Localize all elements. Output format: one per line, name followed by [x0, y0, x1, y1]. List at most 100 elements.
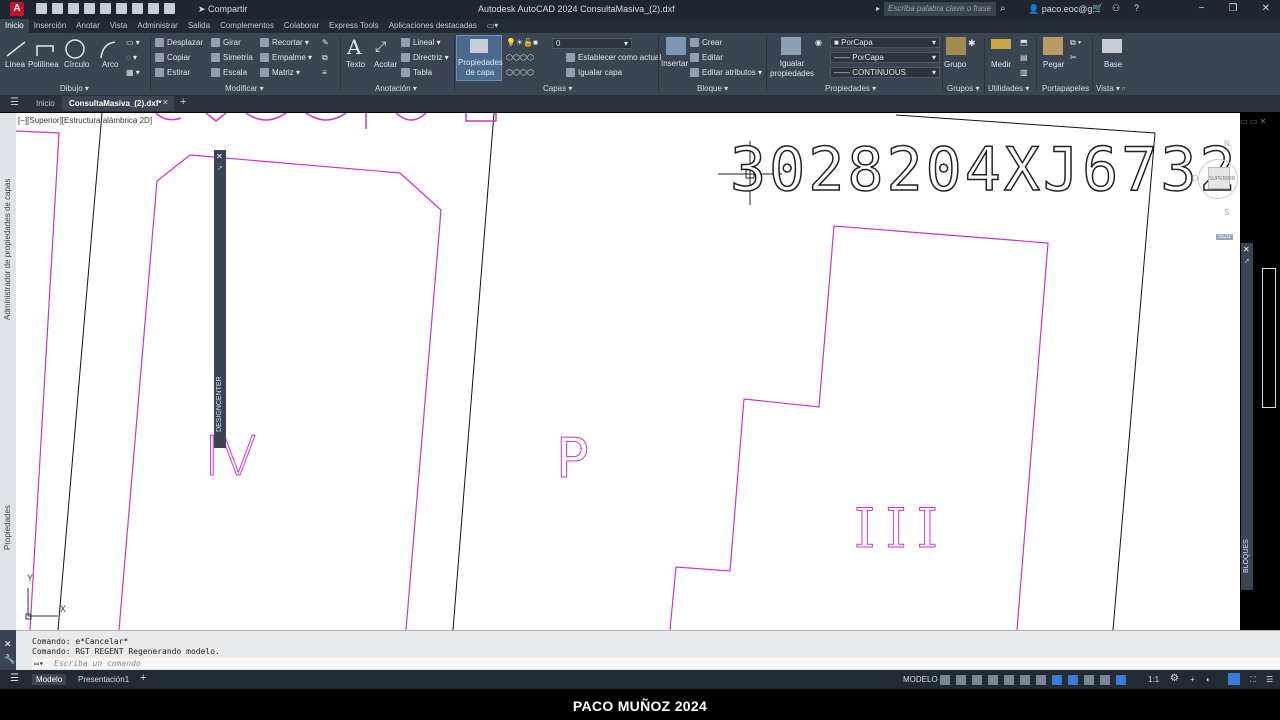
hatch-icon[interactable]: ◌ ▾	[126, 53, 137, 62]
ribbon-toggle-icon[interactable]: ▭▾	[482, 19, 504, 33]
close-icon[interactable]: ✕	[1243, 245, 1250, 254]
isodraft-icon[interactable]	[1020, 675, 1030, 685]
panel-dibujo[interactable]: Dibujo ▾	[60, 84, 89, 93]
dimension-icon[interactable]: ⤢	[375, 38, 386, 55]
stretch-button[interactable]: Estirar	[155, 68, 190, 78]
close-icon[interactable]: ✕	[216, 152, 223, 161]
tab-colaborar[interactable]: Colaborar	[279, 19, 324, 33]
tab-vista[interactable]: Vista	[105, 19, 133, 33]
viewcube-top-face[interactable]: SUPERIOR	[1208, 167, 1235, 189]
search-icon[interactable]: ⌕	[1000, 3, 1006, 14]
insert-icon[interactable]	[666, 37, 686, 55]
designcenter-palette[interactable]: ✕ ➚ DESIGNCENTER	[214, 150, 226, 448]
line-button[interactable]: Línea	[5, 60, 25, 69]
offset-icon[interactable]: ≡	[322, 68, 327, 77]
plot-icon[interactable]	[132, 3, 143, 14]
selection-cycling-icon[interactable]	[1100, 675, 1110, 685]
dynamic-input-icon[interactable]	[972, 675, 982, 685]
model-tab[interactable]: Modelo	[32, 674, 67, 685]
text-button[interactable]: Texto	[346, 60, 365, 69]
set-current-button[interactable]: Establecer como actual	[566, 53, 661, 63]
ungroup-icon[interactable]: ✱	[968, 38, 976, 49]
base-button[interactable]: Base	[1104, 60, 1122, 69]
cloud-icon[interactable]	[116, 3, 127, 14]
match-properties-icon[interactable]	[781, 37, 801, 55]
rectangle-icon[interactable]: ▭ ▾	[126, 38, 140, 47]
tab-administrar[interactable]: Administrar	[132, 19, 182, 33]
isolate-icon[interactable]: ◐	[1206, 675, 1211, 684]
copy-button[interactable]: Copiar	[155, 53, 191, 63]
annotation-scale[interactable]: 1:1	[1148, 675, 1159, 684]
redo-icon[interactable]	[164, 3, 175, 14]
fillet-button[interactable]: Empalme ▾	[260, 53, 312, 63]
layout-tab[interactable]: Presentación1	[78, 675, 129, 684]
new-icon[interactable]	[36, 3, 47, 14]
paste-icon[interactable]	[1043, 37, 1063, 55]
customize-icon[interactable]: ☰	[1266, 675, 1273, 684]
tab-anotar[interactable]: Anotar	[71, 19, 105, 33]
paste-button[interactable]: Pegar	[1043, 60, 1064, 69]
minimize-icon[interactable]: −	[1199, 3, 1205, 14]
measure-icon[interactable]	[991, 39, 1011, 49]
hamburger-icon[interactable]: ☰	[10, 97, 19, 108]
pin-icon[interactable]: ➚	[1244, 257, 1250, 265]
linetype-dropdown[interactable]: —— PorCapa ▾	[830, 52, 940, 63]
edit-attributes-button[interactable]: Editar atributos ▾	[690, 68, 762, 78]
explode-icon[interactable]: ⧉	[322, 53, 328, 63]
osnap-track-icon[interactable]	[1036, 675, 1046, 685]
close-icon[interactable]: ✕	[1262, 3, 1270, 14]
drawing-canvas[interactable]: 3028204XJ6732 IV P III Y X	[16, 113, 1240, 630]
command-input[interactable]: Escriba un comando	[32, 658, 1280, 669]
viewport-window-controls[interactable]: ▭ ▭ ✕	[1240, 117, 1266, 126]
undo-icon[interactable]	[148, 3, 159, 14]
open-icon[interactable]	[52, 3, 63, 14]
viewcube-north[interactable]: N	[1224, 139, 1230, 148]
snap-icon[interactable]	[956, 675, 966, 685]
help-icon[interactable]: ?	[1134, 3, 1139, 13]
lineweight-icon[interactable]	[1068, 675, 1078, 685]
osnap-icon[interactable]	[1052, 675, 1062, 685]
save-as-icon[interactable]	[84, 3, 95, 14]
layer-properties-button[interactable]: Propiedades de capa	[456, 35, 503, 81]
tab-insercion[interactable]: Inserción	[29, 19, 71, 33]
lineweight-dropdown[interactable]: —— CONTINUOUS ▾	[830, 67, 940, 78]
dimension-button[interactable]: Acotar	[374, 60, 397, 69]
mirror-button[interactable]: Simetría	[211, 53, 253, 63]
people-icon[interactable]: ⚇	[1112, 3, 1120, 14]
model-space-button[interactable]: MODELO	[903, 675, 938, 684]
viewport-controls[interactable]: [−][Superior][Estructura alámbrica 2D]	[18, 116, 152, 125]
scale-button[interactable]: Escala	[211, 68, 247, 78]
color-dropdown[interactable]: ■ PorCapa ▾	[830, 37, 940, 48]
table-button[interactable]: Tabla	[401, 68, 432, 78]
tab-inicio[interactable]: Inicio	[0, 19, 29, 33]
properties-palette-tab[interactable]: Propiedades	[3, 505, 12, 550]
active-doc-tab[interactable]: ConsultaMasiva_(2).dxf* ✕	[62, 96, 174, 111]
match-layer-button[interactable]: Igualar capa	[566, 68, 622, 78]
text-icon[interactable]: A	[347, 35, 361, 59]
base-view-icon[interactable]	[1102, 39, 1122, 53]
tab-express-tools[interactable]: Express Tools	[324, 19, 384, 33]
viewcube-south[interactable]: S	[1224, 208, 1229, 217]
panel-propiedades[interactable]: Propiedades ▾	[825, 84, 876, 93]
linear-button[interactable]: Lineal ▾	[401, 38, 441, 48]
circle-button[interactable]: Círculo	[64, 60, 89, 69]
layer-dropdown[interactable]: 0 ▾	[552, 38, 632, 49]
arc-button[interactable]: Arco	[102, 60, 118, 69]
ortho-icon[interactable]	[988, 675, 998, 685]
tab-complementos[interactable]: Complementos	[215, 19, 279, 33]
id-point-icon[interactable]: ▥	[1020, 68, 1028, 77]
panel-grupos[interactable]: Grupos ▾	[947, 84, 979, 93]
polar-icon[interactable]	[1004, 675, 1014, 685]
edit-block-button[interactable]: Editar	[690, 53, 723, 63]
hardware-acceleration-icon[interactable]	[1228, 673, 1240, 685]
app-logo[interactable]: A	[10, 2, 24, 16]
trim-button[interactable]: Recortar ▾	[260, 38, 309, 48]
group-button[interactable]: Grupo	[944, 60, 966, 69]
quick-select-icon[interactable]: ⬒	[1020, 38, 1028, 47]
measure-button[interactable]: Medir	[991, 60, 1011, 69]
calculator-icon[interactable]: ▤	[1020, 53, 1028, 62]
match-properties-button[interactable]: Igualar propiedades	[770, 59, 814, 79]
panel-utilidades[interactable]: Utilidades ▾	[988, 84, 1029, 93]
polyline-button[interactable]: Polilínea	[28, 60, 59, 69]
save-icon[interactable]	[68, 3, 79, 14]
